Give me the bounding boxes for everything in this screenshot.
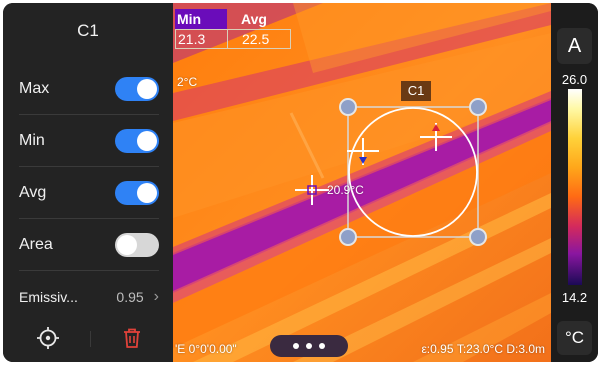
divider	[90, 331, 91, 347]
chevron-right-icon: ›	[153, 288, 159, 305]
edge-temperature: 2°C	[177, 75, 198, 89]
emissivity-label: Emissiv...	[19, 289, 78, 305]
thermal-image[interactable]: Min Avg 21.3 22.5 2°C 20.9°C C1 'E 0°0'0…	[173, 3, 551, 362]
min-label: Min	[19, 131, 45, 149]
avg-toggle[interactable]	[115, 180, 159, 205]
area-toggle[interactable]	[115, 232, 159, 257]
area-label: Area	[19, 235, 53, 253]
toggle-knob	[137, 182, 157, 203]
region-label[interactable]: C1	[401, 81, 431, 101]
max-toggle[interactable]	[115, 76, 159, 101]
row-avg: Avg	[19, 167, 159, 219]
toggle-knob	[117, 234, 137, 255]
row-area: Area	[19, 219, 159, 271]
measurement-panel: C1 Max Min Avg Area Emissiv... 0.95 ›	[3, 3, 173, 362]
min-header: Min	[175, 9, 227, 29]
min-value: 21.3	[176, 30, 228, 48]
scale-min-value: 14.2	[561, 290, 588, 305]
toggle-knob	[137, 78, 157, 99]
row-emissivity[interactable]: Emissiv... 0.95 ›	[19, 271, 159, 323]
trash-icon[interactable]	[119, 325, 145, 351]
center-temperature: 20.9°C	[327, 183, 364, 197]
min-avg-readout: Min Avg 21.3 22.5	[175, 9, 291, 49]
panel-title: C1	[77, 21, 99, 40]
row-min: Min	[19, 115, 159, 167]
crosshair-icon[interactable]	[35, 325, 61, 351]
status-bar: 'E 0°0'0.00" ε:0.95 T:23.0°C D:3.0m	[173, 341, 551, 359]
emissivity-value: 0.95	[116, 289, 144, 305]
row-max: Max	[19, 63, 159, 115]
color-scale-bar	[568, 89, 582, 285]
measurement-parameters: ε:0.95 T:23.0°C D:3.0m	[421, 342, 545, 356]
unit-button[interactable]: °C	[557, 321, 592, 355]
toggle-knob	[137, 130, 157, 151]
max-label: Max	[19, 79, 50, 97]
color-scale-panel: A 26.0 14.2 °C	[551, 3, 598, 362]
thermal-camera-screen: C1 Max Min Avg Area Emissiv... 0.95 › Mi…	[3, 3, 598, 362]
avg-value: 22.5	[242, 31, 270, 47]
min-toggle[interactable]	[115, 128, 159, 153]
avg-label: Avg	[19, 183, 47, 201]
gps-coordinates: 'E 0°0'0.00"	[175, 342, 237, 356]
scale-max-value: 26.0	[561, 72, 588, 87]
avg-header: Avg	[241, 11, 267, 27]
auto-range-button[interactable]: A	[557, 28, 592, 64]
panel-actions	[3, 325, 173, 355]
